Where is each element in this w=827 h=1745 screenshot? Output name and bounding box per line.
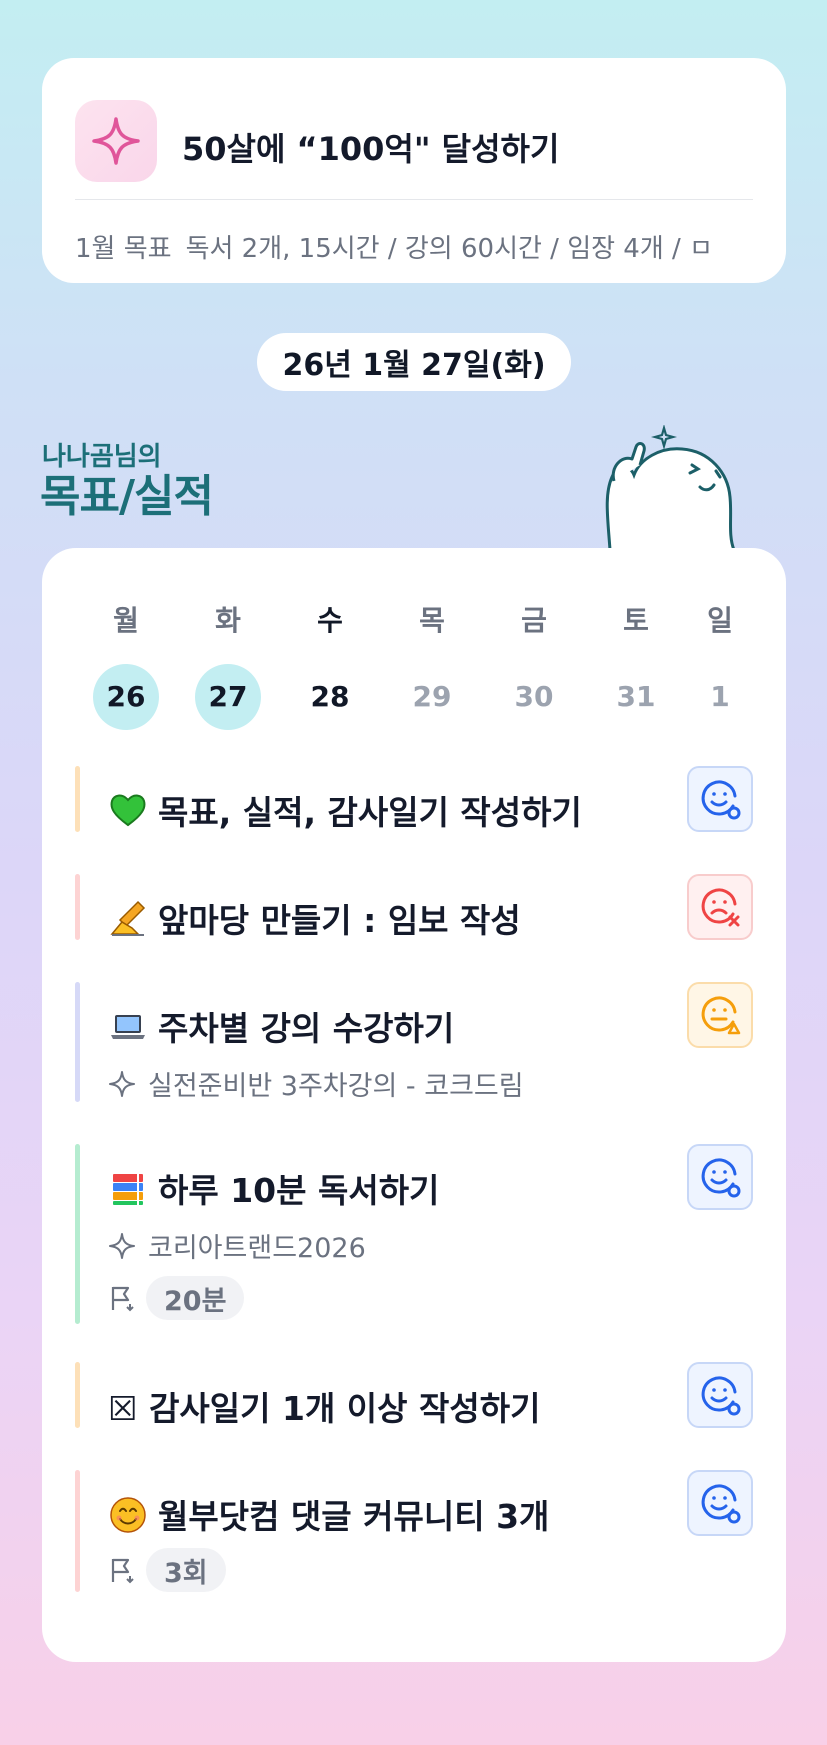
sparkle-icon bbox=[75, 100, 157, 182]
week-day-tue[interactable]: 화 27 bbox=[177, 604, 279, 730]
week-day-fri[interactable]: 금 30 bbox=[483, 604, 585, 730]
task-title: 앞마당 만들기 : 임보 작성 bbox=[158, 901, 521, 940]
goal-summary-text: 독서 2개, 15시간 / 강의 60시간 / 임장 4개 / ㅁ bbox=[185, 234, 713, 264]
goal-title: 50살에 “100억" 달성하기 bbox=[182, 130, 560, 168]
books-icon bbox=[113, 1174, 143, 1205]
status-good-icon[interactable] bbox=[687, 766, 753, 832]
date-number: 28 bbox=[310, 680, 350, 713]
date-number: 27 bbox=[195, 664, 261, 730]
date-number: 31 bbox=[616, 680, 656, 713]
weekday-label: 일 bbox=[707, 604, 733, 637]
section-title: 목표/실적 bbox=[40, 471, 214, 522]
date-number: 26 bbox=[93, 664, 159, 730]
status-good-icon[interactable] bbox=[687, 1470, 753, 1536]
weekday-label: 토 bbox=[623, 604, 649, 637]
task-title: ☒ 감사일기 1개 이상 작성하기 bbox=[108, 1389, 541, 1428]
status-good-icon[interactable] bbox=[687, 1144, 753, 1210]
week-day-sun[interactable]: 일 1 bbox=[687, 604, 753, 730]
weekday-label: 수 bbox=[317, 604, 343, 637]
smiling-face-icon bbox=[110, 1497, 146, 1533]
week-day-thu[interactable]: 목 29 bbox=[381, 604, 483, 730]
task-linked-text: 실전준비반 3주차강의 - 코크드림 bbox=[148, 1071, 524, 1102]
week-calendar: 월 26 화 27 수 28 목 29 금 30 토 31 일 1 bbox=[75, 604, 753, 730]
task-item[interactable]: 앞마당 만들기 : 임보 작성 bbox=[75, 874, 753, 940]
goal-card[interactable]: 50살에 “100억" 달성하기 1월 목표 독서 2개, 15시간 / 강의 6… bbox=[42, 58, 786, 283]
task-linked-row: 코리아트랜드2026 bbox=[108, 1226, 366, 1265]
task-color-bar bbox=[75, 766, 80, 832]
weekday-label: 금 bbox=[521, 604, 547, 637]
status-good-icon[interactable] bbox=[687, 1362, 753, 1428]
date-number: 1 bbox=[710, 680, 730, 713]
flag-icon bbox=[111, 1558, 134, 1584]
date-number: 29 bbox=[412, 680, 452, 713]
target-chip[interactable]: 3회 bbox=[146, 1548, 226, 1592]
divider bbox=[75, 199, 753, 200]
task-title: 월부닷컴 댓글 커뮤니티 3개 bbox=[158, 1497, 550, 1536]
task-color-bar bbox=[75, 982, 80, 1102]
task-color-bar bbox=[75, 1470, 80, 1592]
writing-hand-icon bbox=[110, 900, 146, 936]
task-linked-text: 코리아트랜드2026 bbox=[148, 1233, 366, 1264]
task-title: 주차별 강의 수강하기 bbox=[158, 1009, 455, 1048]
weekday-label: 목 bbox=[419, 604, 445, 637]
date-pill[interactable]: 26년 1월 27일(화) bbox=[257, 333, 571, 391]
task-color-bar bbox=[75, 1144, 80, 1324]
task-target-row: 3회 bbox=[108, 1548, 226, 1592]
task-color-bar bbox=[75, 874, 80, 940]
task-linked-row: 실전준비반 3주차강의 - 코크드림 bbox=[108, 1064, 524, 1103]
weekday-label: 화 bbox=[215, 604, 241, 637]
green-heart-icon bbox=[110, 794, 146, 827]
task-title: 목표, 실적, 감사일기 작성하기 bbox=[158, 793, 582, 832]
sparkle-outline-icon bbox=[109, 1070, 135, 1097]
goal-month-label: 1월 목표 bbox=[75, 234, 172, 264]
date-number: 30 bbox=[514, 680, 554, 713]
task-color-bar bbox=[75, 1362, 80, 1428]
status-bad-icon[interactable] bbox=[687, 874, 753, 940]
sparkle-outline-icon bbox=[109, 1232, 135, 1259]
task-item[interactable]: ☒ 감사일기 1개 이상 작성하기 bbox=[75, 1362, 753, 1428]
goal-summary: 1월 목표 독서 2개, 15시간 / 강의 60시간 / 임장 4개 / ㅁ bbox=[75, 228, 753, 265]
task-item[interactable]: 주차별 강의 수강하기 실전준비반 3주차강의 - 코크드림 bbox=[75, 982, 753, 1102]
status-neutral-icon[interactable] bbox=[687, 982, 753, 1048]
task-target-row: 20분 bbox=[108, 1276, 245, 1320]
laptop-icon bbox=[111, 1015, 145, 1039]
task-item[interactable]: 월부닷컴 댓글 커뮤니티 3개 3회 bbox=[75, 1470, 753, 1592]
task-title: 하루 10분 독서하기 bbox=[158, 1171, 440, 1210]
mascot-icon bbox=[605, 425, 736, 550]
week-day-mon[interactable]: 월 26 bbox=[75, 604, 177, 730]
week-day-sat[interactable]: 토 31 bbox=[585, 604, 687, 730]
task-item[interactable]: 목표, 실적, 감사일기 작성하기 bbox=[75, 766, 753, 832]
weekday-label: 월 bbox=[113, 604, 139, 637]
target-chip[interactable]: 20분 bbox=[146, 1276, 245, 1320]
main-card: 월 26 화 27 수 28 목 29 금 30 토 31 일 1 목표, 실적… bbox=[42, 548, 786, 1662]
week-day-wed[interactable]: 수 28 bbox=[279, 604, 381, 730]
flag-icon bbox=[111, 1286, 134, 1312]
task-item[interactable]: 하루 10분 독서하기 코리아트랜드2026 20분 bbox=[75, 1144, 753, 1324]
